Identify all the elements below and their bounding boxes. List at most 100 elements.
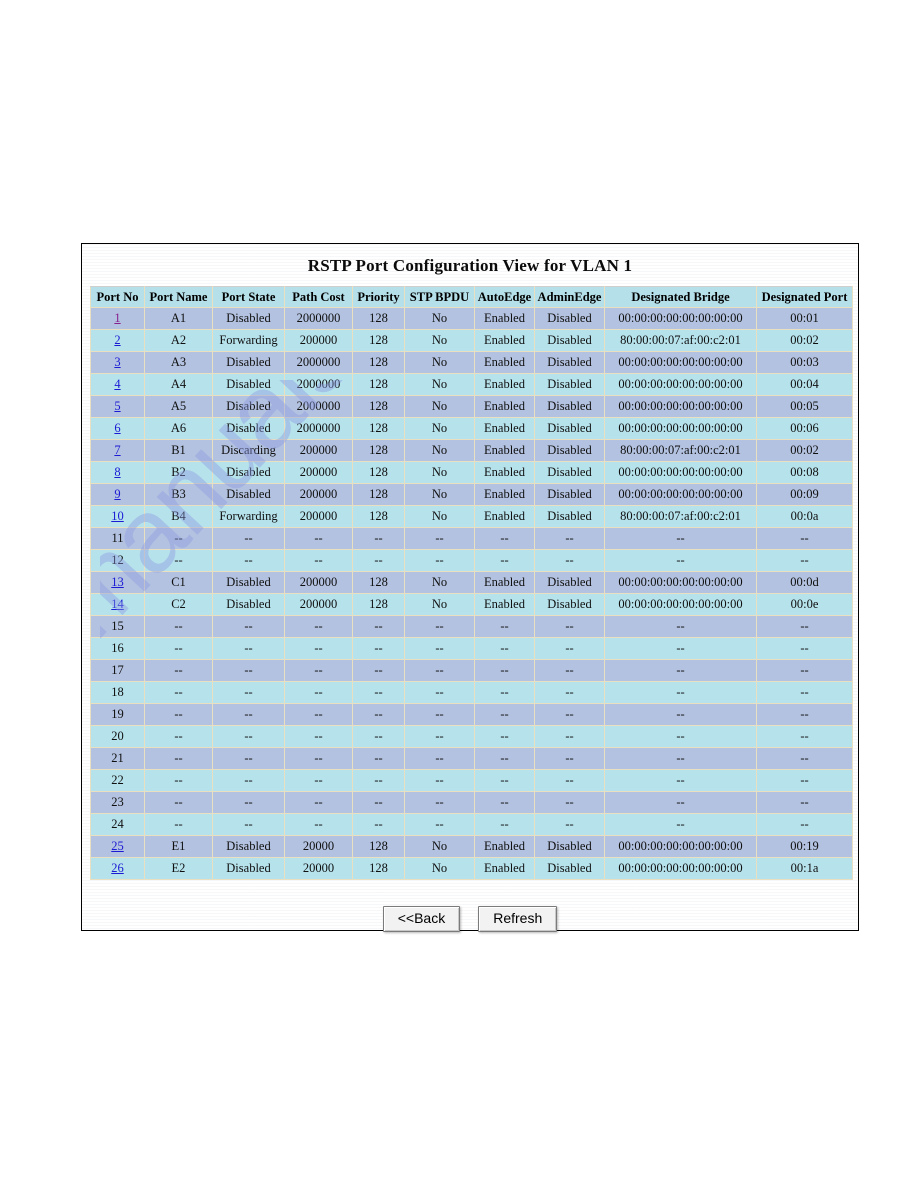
port-no-cell[interactable]: 5 xyxy=(90,395,145,418)
port-link-10[interactable]: 10 xyxy=(111,509,124,523)
cell-auto-edge: -- xyxy=(474,659,535,682)
port-link-1[interactable]: 1 xyxy=(114,311,120,325)
port-no-cell[interactable]: 9 xyxy=(90,483,145,506)
cell-stp-bpdu: -- xyxy=(404,703,475,726)
cell-path-cost: 2000000 xyxy=(284,373,353,396)
cell-path-cost: -- xyxy=(284,659,353,682)
cell-port-name: E1 xyxy=(144,835,213,858)
cell-auto-edge: -- xyxy=(474,637,535,660)
cell-auto-edge: Enabled xyxy=(474,835,535,858)
cell-priority: -- xyxy=(352,813,405,836)
cell-path-cost: 2000000 xyxy=(284,395,353,418)
port-no-cell[interactable]: 6 xyxy=(90,417,145,440)
cell-port-name: A5 xyxy=(144,395,213,418)
cell-stp-bpdu: No xyxy=(404,307,475,330)
cell-priority: -- xyxy=(352,725,405,748)
cell-admin-edge: Disabled xyxy=(534,857,605,880)
cell-port-name: -- xyxy=(144,791,213,814)
port-no-cell[interactable]: 8 xyxy=(90,461,145,484)
refresh-button[interactable]: Refresh xyxy=(478,906,558,932)
port-link-3[interactable]: 3 xyxy=(114,355,120,369)
port-link-4[interactable]: 4 xyxy=(114,377,120,391)
table-row: 18 -- -- -- -- -- -- -- -- -- xyxy=(90,681,853,704)
cell-path-cost: 200000 xyxy=(284,571,353,594)
cell-designated-bridge: 80:00:00:07:af:00:c2:01 xyxy=(604,329,757,352)
cell-auto-edge: -- xyxy=(474,549,535,572)
cell-stp-bpdu: No xyxy=(404,439,475,462)
port-link-5[interactable]: 5 xyxy=(114,399,120,413)
cell-path-cost: -- xyxy=(284,681,353,704)
cell-designated-bridge: 00:00:00:00:00:00:00:00 xyxy=(604,571,757,594)
column-header-designated-port: Designated Port xyxy=(756,286,853,308)
cell-port-name: -- xyxy=(144,659,213,682)
port-link-9[interactable]: 9 xyxy=(114,487,120,501)
cell-designated-port: 00:0d xyxy=(756,571,853,594)
cell-admin-edge: Disabled xyxy=(534,461,605,484)
port-no-cell[interactable]: 25 xyxy=(90,835,145,858)
cell-designated-port: 00:19 xyxy=(756,835,853,858)
cell-stp-bpdu: No xyxy=(404,395,475,418)
cell-port-name: E2 xyxy=(144,857,213,880)
cell-designated-port: -- xyxy=(756,527,853,550)
port-no-cell[interactable]: 7 xyxy=(90,439,145,462)
port-no-cell[interactable]: 14 xyxy=(90,593,145,616)
cell-port-name: -- xyxy=(144,703,213,726)
port-link-25[interactable]: 25 xyxy=(111,839,124,853)
cell-admin-edge: Disabled xyxy=(534,571,605,594)
port-no-cell[interactable]: 3 xyxy=(90,351,145,374)
table-row: 6 A6 Disabled 2000000 128 No Enabled Disabled 00… xyxy=(90,417,853,440)
port-link-13[interactable]: 13 xyxy=(111,575,124,589)
port-no-cell[interactable]: 4 xyxy=(90,373,145,396)
cell-designated-port: 00:09 xyxy=(756,483,853,506)
cell-priority: 128 xyxy=(352,307,405,330)
cell-admin-edge: -- xyxy=(534,813,605,836)
port-no-cell[interactable]: 2 xyxy=(90,329,145,352)
cell-stp-bpdu: -- xyxy=(404,813,475,836)
table-row: 4 A4 Disabled 2000000 128 No Enabled Disabled 00… xyxy=(90,373,853,396)
cell-stp-bpdu: -- xyxy=(404,681,475,704)
port-link-7[interactable]: 7 xyxy=(114,443,120,457)
cell-auto-edge: -- xyxy=(474,769,535,792)
cell-auto-edge: -- xyxy=(474,725,535,748)
table-body: 1 A1 Disabled 2000000 128 No Enabled Disabled 00… xyxy=(90,307,853,880)
port-no-cell[interactable]: 13 xyxy=(90,571,145,594)
port-link-8[interactable]: 8 xyxy=(114,465,120,479)
port-no-cell[interactable]: 26 xyxy=(90,857,145,880)
cell-priority: -- xyxy=(352,681,405,704)
table-row: 17 -- -- -- -- -- -- -- -- -- xyxy=(90,659,853,682)
cell-path-cost: -- xyxy=(284,791,353,814)
cell-designated-port: -- xyxy=(756,813,853,836)
cell-port-state: Disabled xyxy=(212,593,285,616)
cell-port-state: -- xyxy=(212,637,285,660)
port-no-cell[interactable]: 10 xyxy=(90,505,145,528)
table-row: 20 -- -- -- -- -- -- -- -- -- xyxy=(90,725,853,748)
port-no-cell[interactable]: 1 xyxy=(90,307,145,330)
cell-designated-port: -- xyxy=(756,549,853,572)
cell-stp-bpdu: -- xyxy=(404,527,475,550)
cell-admin-edge: -- xyxy=(534,637,605,660)
cell-path-cost: -- xyxy=(284,527,353,550)
cell-priority: 128 xyxy=(352,571,405,594)
cell-port-state: -- xyxy=(212,681,285,704)
port-no-cell: 11 xyxy=(90,527,145,550)
cell-admin-edge: -- xyxy=(534,747,605,770)
cell-stp-bpdu: -- xyxy=(404,549,475,572)
port-link-6[interactable]: 6 xyxy=(114,421,120,435)
cell-designated-port: 00:0e xyxy=(756,593,853,616)
table-row: 9 B3 Disabled 200000 128 No Enabled Disabled 00:… xyxy=(90,483,853,506)
cell-admin-edge: -- xyxy=(534,549,605,572)
port-link-14[interactable]: 14 xyxy=(111,597,124,611)
port-link-26[interactable]: 26 xyxy=(111,861,124,875)
back-button[interactable]: <<Back xyxy=(382,906,461,932)
port-link-2[interactable]: 2 xyxy=(114,333,120,347)
cell-designated-port: 00:05 xyxy=(756,395,853,418)
cell-stp-bpdu: -- xyxy=(404,659,475,682)
cell-stp-bpdu: No xyxy=(404,571,475,594)
cell-path-cost: -- xyxy=(284,549,353,572)
table-container: Port No Port Name Port State Path Cost Prior… xyxy=(82,286,858,880)
cell-priority: -- xyxy=(352,791,405,814)
port-no-cell: 22 xyxy=(90,769,145,792)
port-no-cell: 19 xyxy=(90,703,145,726)
cell-stp-bpdu: -- xyxy=(404,791,475,814)
cell-port-state: Disabled xyxy=(212,461,285,484)
